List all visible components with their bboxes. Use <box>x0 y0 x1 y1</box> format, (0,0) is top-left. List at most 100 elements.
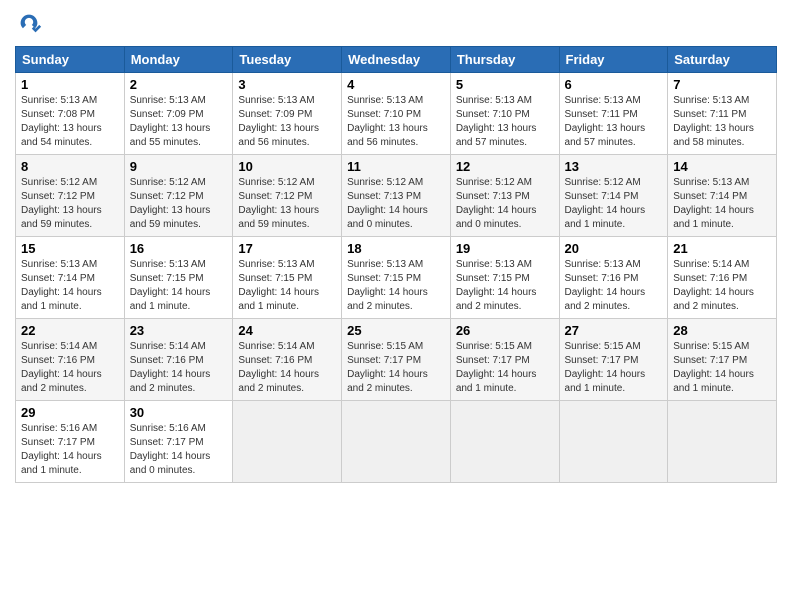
day-info: Sunrise: 5:12 AMSunset: 7:13 PMDaylight:… <box>347 177 428 230</box>
calendar-cell: 4 Sunrise: 5:13 AMSunset: 7:10 PMDaylight… <box>342 73 451 155</box>
calendar-cell <box>559 401 668 483</box>
day-number: 27 <box>565 323 663 338</box>
day-number: 4 <box>347 77 445 92</box>
calendar-cell: 23 Sunrise: 5:14 AMSunset: 7:16 PMDayligh… <box>124 319 233 401</box>
calendar-day-header: Tuesday <box>233 47 342 73</box>
day-number: 29 <box>21 405 119 420</box>
calendar-cell: 21 Sunrise: 5:14 AMSunset: 7:16 PMDayligh… <box>668 237 777 319</box>
calendar-day-header: Sunday <box>16 47 125 73</box>
calendar-cell: 25 Sunrise: 5:15 AMSunset: 7:17 PMDayligh… <box>342 319 451 401</box>
day-number: 14 <box>673 159 771 174</box>
calendar-cell: 5 Sunrise: 5:13 AMSunset: 7:10 PMDaylight… <box>450 73 559 155</box>
day-info: Sunrise: 5:14 AMSunset: 7:16 PMDaylight:… <box>21 341 102 394</box>
day-number: 5 <box>456 77 554 92</box>
calendar-cell: 22 Sunrise: 5:14 AMSunset: 7:16 PMDayligh… <box>16 319 125 401</box>
day-info: Sunrise: 5:13 AMSunset: 7:15 PMDaylight:… <box>456 259 537 312</box>
calendar-day-header: Monday <box>124 47 233 73</box>
calendar-cell: 19 Sunrise: 5:13 AMSunset: 7:15 PMDayligh… <box>450 237 559 319</box>
day-info: Sunrise: 5:15 AMSunset: 7:17 PMDaylight:… <box>347 341 428 394</box>
day-number: 15 <box>21 241 119 256</box>
day-info: Sunrise: 5:13 AMSunset: 7:11 PMDaylight:… <box>565 95 646 148</box>
calendar-cell: 11 Sunrise: 5:12 AMSunset: 7:13 PMDayligh… <box>342 155 451 237</box>
day-number: 8 <box>21 159 119 174</box>
calendar-cell: 8 Sunrise: 5:12 AMSunset: 7:12 PMDaylight… <box>16 155 125 237</box>
day-number: 23 <box>130 323 228 338</box>
logo-icon <box>15 10 43 38</box>
calendar-header-row: SundayMondayTuesdayWednesdayThursdayFrid… <box>16 47 777 73</box>
calendar-cell: 18 Sunrise: 5:13 AMSunset: 7:15 PMDayligh… <box>342 237 451 319</box>
calendar-cell: 9Sunrise: 5:12 AMSunset: 7:12 PMDaylight… <box>124 155 233 237</box>
day-info: Sunrise: 5:15 AMSunset: 7:17 PMDaylight:… <box>456 341 537 394</box>
day-number: 3 <box>238 77 336 92</box>
day-number: 7 <box>673 77 771 92</box>
calendar-cell: 16Sunrise: 5:13 AMSunset: 7:15 PMDayligh… <box>124 237 233 319</box>
day-info: Sunrise: 5:13 AMSunset: 7:15 PMDaylight:… <box>347 259 428 312</box>
calendar-cell: 15 Sunrise: 5:13 AMSunset: 7:14 PMDayligh… <box>16 237 125 319</box>
day-info: Sunrise: 5:12 AMSunset: 7:12 PMDaylight:… <box>21 177 102 230</box>
calendar-cell: 26 Sunrise: 5:15 AMSunset: 7:17 PMDayligh… <box>450 319 559 401</box>
calendar-table: SundayMondayTuesdayWednesdayThursdayFrid… <box>15 46 777 483</box>
calendar-cell <box>233 401 342 483</box>
day-number: 21 <box>673 241 771 256</box>
day-number: 2 <box>130 77 228 92</box>
calendar-cell: 12 Sunrise: 5:12 AMSunset: 7:13 PMDayligh… <box>450 155 559 237</box>
day-info: Sunrise: 5:13 AMSunset: 7:15 PMDaylight:… <box>238 259 319 312</box>
calendar-cell: 7 Sunrise: 5:13 AMSunset: 7:11 PMDaylight… <box>668 73 777 155</box>
calendar-day-header: Wednesday <box>342 47 451 73</box>
day-info: Sunrise: 5:12 AMSunset: 7:12 PMDaylight:… <box>238 177 319 230</box>
day-number: 1 <box>21 77 119 92</box>
day-number: 20 <box>565 241 663 256</box>
day-number: 10 <box>238 159 336 174</box>
day-number: 11 <box>347 159 445 174</box>
day-info: Sunrise: 5:12 AMSunset: 7:14 PMDaylight:… <box>565 177 646 230</box>
calendar-day-header: Thursday <box>450 47 559 73</box>
calendar-cell: 1 Sunrise: 5:13 AMSunset: 7:08 PMDaylight… <box>16 73 125 155</box>
day-info: Sunrise: 5:14 AMSunset: 7:16 PMDaylight:… <box>238 341 319 394</box>
day-number: 9 <box>130 159 228 174</box>
calendar-cell <box>668 401 777 483</box>
day-info: Sunrise: 5:13 AMSunset: 7:11 PMDaylight:… <box>673 95 754 148</box>
day-number: 19 <box>456 241 554 256</box>
day-info: Sunrise: 5:13 AMSunset: 7:08 PMDaylight:… <box>21 95 102 148</box>
calendar-cell: 28Sunrise: 5:15 AMSunset: 7:17 PMDayligh… <box>668 319 777 401</box>
day-number: 25 <box>347 323 445 338</box>
calendar-cell <box>342 401 451 483</box>
day-info: Sunrise: 5:13 AMSunset: 7:14 PMDaylight:… <box>673 177 754 230</box>
calendar-cell: 20 Sunrise: 5:13 AMSunset: 7:16 PMDayligh… <box>559 237 668 319</box>
day-number: 18 <box>347 241 445 256</box>
day-info: Sunrise: 5:14 AMSunset: 7:16 PMDaylight:… <box>673 259 754 312</box>
day-info: Sunrise: 5:15 AMSunset: 7:17 PMDaylight:… <box>565 341 646 394</box>
logo <box>15 10 47 38</box>
day-number: 24 <box>238 323 336 338</box>
day-info: Sunrise: 5:13 AMSunset: 7:16 PMDaylight:… <box>565 259 646 312</box>
day-number: 12 <box>456 159 554 174</box>
calendar-cell: 27 Sunrise: 5:15 AMSunset: 7:17 PMDayligh… <box>559 319 668 401</box>
calendar-cell: 24 Sunrise: 5:14 AMSunset: 7:16 PMDayligh… <box>233 319 342 401</box>
calendar-day-header: Friday <box>559 47 668 73</box>
day-info: Sunrise: 5:12 AMSunset: 7:13 PMDaylight:… <box>456 177 537 230</box>
calendar-cell: 3Sunrise: 5:13 AMSunset: 7:09 PMDaylight… <box>233 73 342 155</box>
calendar-cell: 6Sunrise: 5:13 AMSunset: 7:11 PMDaylight… <box>559 73 668 155</box>
calendar-cell: 14 Sunrise: 5:13 AMSunset: 7:14 PMDayligh… <box>668 155 777 237</box>
page-container: SundayMondayTuesdayWednesdayThursdayFrid… <box>0 0 792 493</box>
calendar-cell <box>450 401 559 483</box>
day-number: 22 <box>21 323 119 338</box>
day-number: 30 <box>130 405 228 420</box>
day-number: 17 <box>238 241 336 256</box>
calendar-cell: 10 Sunrise: 5:12 AMSunset: 7:12 PMDayligh… <box>233 155 342 237</box>
day-info: Sunrise: 5:13 AMSunset: 7:10 PMDaylight:… <box>456 95 537 148</box>
calendar-cell: 29 Sunrise: 5:16 AMSunset: 7:17 PMDayligh… <box>16 401 125 483</box>
day-info: Sunrise: 5:13 AMSunset: 7:10 PMDaylight:… <box>347 95 428 148</box>
day-number: 13 <box>565 159 663 174</box>
calendar-cell: 2Sunrise: 5:13 AMSunset: 7:09 PMDaylight… <box>124 73 233 155</box>
day-info: Sunrise: 5:14 AMSunset: 7:16 PMDaylight:… <box>130 341 211 394</box>
page-header <box>15 10 777 38</box>
calendar-cell: 13 Sunrise: 5:12 AMSunset: 7:14 PMDayligh… <box>559 155 668 237</box>
day-info: Sunrise: 5:15 AMSunset: 7:17 PMDaylight:… <box>673 341 754 394</box>
day-info: Sunrise: 5:16 AMSunset: 7:17 PMDaylight:… <box>21 423 102 476</box>
day-number: 16 <box>130 241 228 256</box>
day-info: Sunrise: 5:13 AMSunset: 7:14 PMDaylight:… <box>21 259 102 312</box>
day-number: 26 <box>456 323 554 338</box>
calendar-cell: 17 Sunrise: 5:13 AMSunset: 7:15 PMDayligh… <box>233 237 342 319</box>
day-info: Sunrise: 5:16 AMSunset: 7:17 PMDaylight:… <box>130 423 211 476</box>
